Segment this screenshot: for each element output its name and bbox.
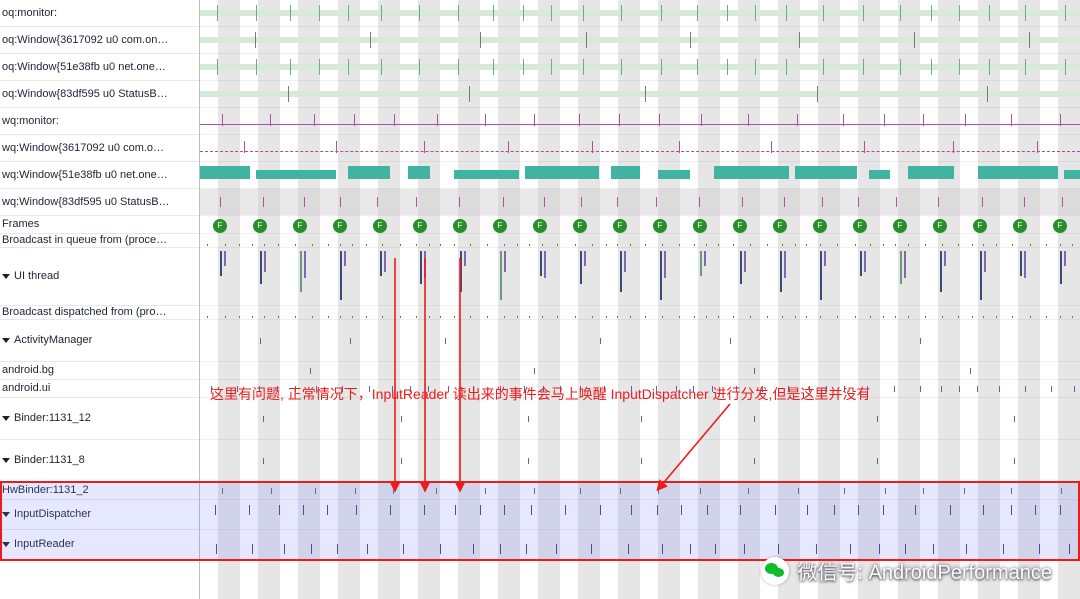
track-label-row[interactable]: wq:monitor: bbox=[0, 108, 199, 135]
timeline-track[interactable]: FFFFFFFFFFFFFFFFFFFFFF bbox=[200, 216, 1080, 234]
track-label-text: wq:Window{3617092 u0 com.o… bbox=[2, 143, 164, 154]
track-label-row[interactable]: android.ui bbox=[0, 380, 199, 398]
track-label-text: wq:monitor: bbox=[2, 116, 59, 127]
timeline-track[interactable] bbox=[200, 440, 1080, 482]
timeline-track[interactable] bbox=[200, 500, 1080, 530]
frame-marker[interactable]: F bbox=[693, 219, 707, 233]
track-label-text: InputReader bbox=[14, 539, 75, 550]
track-label-text: android.bg bbox=[2, 365, 54, 376]
timeline-track[interactable] bbox=[200, 0, 1080, 27]
track-label-row[interactable]: wq:Window{51e38fb u0 net.one… bbox=[0, 162, 199, 189]
timeline-track[interactable] bbox=[200, 108, 1080, 135]
timeline-track[interactable] bbox=[200, 398, 1080, 440]
track-label-row[interactable]: Frames bbox=[0, 216, 199, 234]
frame-marker[interactable]: F bbox=[533, 219, 547, 233]
frame-marker[interactable]: F bbox=[853, 219, 867, 233]
track-label-text: oq:Window{83df595 u0 StatusB… bbox=[2, 89, 168, 100]
track-label-text: Binder:1131_12 bbox=[14, 413, 91, 424]
timeline-track[interactable] bbox=[200, 248, 1080, 306]
track-label-row[interactable]: Broadcast dispatched from (pro… bbox=[0, 306, 199, 320]
timeline-track[interactable] bbox=[200, 234, 1080, 248]
frame-marker[interactable]: F bbox=[973, 219, 987, 233]
track-label-text: ActivityManager bbox=[14, 335, 92, 346]
frame-marker[interactable]: F bbox=[1013, 219, 1027, 233]
timeline-track[interactable] bbox=[200, 27, 1080, 54]
track-label-text: wq:Window{83df595 u0 StatusB… bbox=[2, 197, 170, 208]
timeline-track[interactable] bbox=[200, 162, 1080, 189]
frame-marker[interactable]: F bbox=[333, 219, 347, 233]
timeline-viewport[interactable]: FFFFFFFFFFFFFFFFFFFFFF bbox=[200, 0, 1080, 599]
frame-marker[interactable]: F bbox=[773, 219, 787, 233]
track-label-row[interactable]: wq:Window{83df595 u0 StatusB… bbox=[0, 189, 199, 216]
track-label-row[interactable]: android.bg bbox=[0, 362, 199, 380]
frame-marker[interactable]: F bbox=[933, 219, 947, 233]
track-label-row[interactable]: InputReader bbox=[0, 530, 199, 560]
frame-marker[interactable]: F bbox=[813, 219, 827, 233]
track-label-text: wq:Window{51e38fb u0 net.one… bbox=[2, 170, 168, 181]
expand-icon[interactable] bbox=[2, 542, 10, 547]
track-label-text: Binder:1131_8 bbox=[14, 455, 85, 466]
track-label-text: android.ui bbox=[2, 383, 50, 394]
expand-icon[interactable] bbox=[2, 416, 10, 421]
track-label-text: HwBinder:1131_2 bbox=[2, 485, 89, 496]
track-label-panel: oq:monitor: oq:Window{3617092 u0 com.on… o… bbox=[0, 0, 200, 599]
track-label-row[interactable]: oq:monitor: bbox=[0, 0, 199, 27]
track-label-text: UI thread bbox=[14, 271, 59, 282]
track-label-row[interactable]: wq:Window{3617092 u0 com.o… bbox=[0, 135, 199, 162]
track-label-text: oq:Window{51e38fb u0 net.one… bbox=[2, 62, 166, 73]
frame-marker[interactable]: F bbox=[413, 219, 427, 233]
timeline-track[interactable] bbox=[200, 530, 1080, 560]
frame-marker[interactable]: F bbox=[653, 219, 667, 233]
track-label-row[interactable]: oq:Window{51e38fb u0 net.one… bbox=[0, 54, 199, 81]
frame-marker[interactable]: F bbox=[733, 219, 747, 233]
expand-icon[interactable] bbox=[2, 338, 10, 343]
track-label-row[interactable]: ActivityManager bbox=[0, 320, 199, 362]
frame-marker[interactable]: F bbox=[293, 219, 307, 233]
timeline-track[interactable] bbox=[200, 189, 1080, 216]
timeline-track[interactable] bbox=[200, 81, 1080, 108]
frame-marker[interactable]: F bbox=[213, 219, 227, 233]
track-label-row[interactable]: oq:Window{3617092 u0 com.on… bbox=[0, 27, 199, 54]
frame-marker[interactable]: F bbox=[613, 219, 627, 233]
frame-marker[interactable]: F bbox=[573, 219, 587, 233]
track-label-row[interactable]: Binder:1131_12 bbox=[0, 398, 199, 440]
track-label-text: InputDispatcher bbox=[14, 509, 91, 520]
frame-marker[interactable]: F bbox=[893, 219, 907, 233]
track-label-row[interactable]: HwBinder:1131_2 bbox=[0, 482, 199, 500]
timeline-track[interactable] bbox=[200, 482, 1080, 500]
frame-marker[interactable]: F bbox=[453, 219, 467, 233]
track-label-row[interactable]: Broadcast in queue from (proce… bbox=[0, 234, 199, 248]
frame-marker[interactable]: F bbox=[1053, 219, 1067, 233]
frame-marker[interactable]: F bbox=[373, 219, 387, 233]
expand-icon[interactable] bbox=[2, 512, 10, 517]
timeline-track[interactable] bbox=[200, 320, 1080, 362]
timeline-track[interactable] bbox=[200, 306, 1080, 320]
track-label-text: oq:monitor: bbox=[2, 8, 57, 19]
timeline-track[interactable] bbox=[200, 362, 1080, 380]
timeline-track[interactable] bbox=[200, 54, 1080, 81]
track-label-row[interactable]: InputDispatcher bbox=[0, 500, 199, 530]
track-label-text: oq:Window{3617092 u0 com.on… bbox=[2, 35, 168, 46]
frame-marker[interactable]: F bbox=[253, 219, 267, 233]
expand-icon[interactable] bbox=[2, 274, 10, 279]
timeline-track[interactable] bbox=[200, 135, 1080, 162]
track-label-text: Broadcast dispatched from (pro… bbox=[2, 307, 166, 318]
track-label-row[interactable]: UI thread bbox=[0, 248, 199, 306]
track-label-row[interactable]: Binder:1131_8 bbox=[0, 440, 199, 482]
track-label-text: Broadcast in queue from (proce… bbox=[2, 235, 167, 246]
frame-marker[interactable]: F bbox=[493, 219, 507, 233]
track-label-row[interactable]: oq:Window{83df595 u0 StatusB… bbox=[0, 81, 199, 108]
expand-icon[interactable] bbox=[2, 458, 10, 463]
timeline-track[interactable] bbox=[200, 380, 1080, 398]
track-label-text: Frames bbox=[2, 219, 39, 230]
